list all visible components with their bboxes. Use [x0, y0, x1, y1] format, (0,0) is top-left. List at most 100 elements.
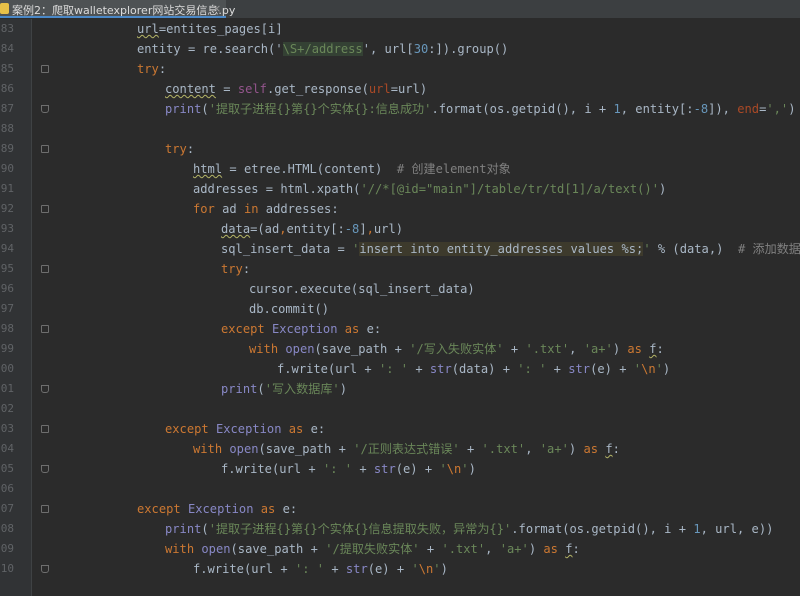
- code-token: ]),: [708, 102, 738, 116]
- code-line[interactable]: f.write(url + ': ' + str(e) + '\n'): [221, 459, 476, 479]
- line-number: 99: [0, 342, 14, 355]
- code-token: , entity[:: [620, 102, 694, 116]
- code-token: Exception: [215, 422, 282, 436]
- line-number: 04: [0, 442, 14, 455]
- code-token: (e) +: [590, 362, 634, 376]
- line-number-gutter: 83 84 85 86 87 88 89 90 91 92 93 94 95 96 97 98 99 00 01 02…: [0, 19, 31, 596]
- line-number: 83: [0, 22, 14, 35]
- fold-toggle-icon[interactable]: [41, 265, 49, 273]
- code-token: ': [643, 242, 651, 256]
- code-token: ): [339, 382, 347, 396]
- code-token: Exception: [271, 322, 338, 336]
- code-token: =url): [390, 82, 428, 96]
- code-line[interactable]: try:: [137, 59, 166, 79]
- code-line[interactable]: sql_insert_data = 'insert into entity_ad…: [221, 239, 800, 259]
- code-token: +: [419, 542, 442, 556]
- code-token: ,: [366, 222, 374, 236]
- code-line[interactable]: with open(save_path + '/写入失败实体' + '.txt'…: [249, 339, 664, 359]
- tab-title[interactable]: 案例2：爬取walletexplorer网站交易信息.py: [12, 2, 235, 18]
- code-token: ]: [359, 222, 367, 236]
- fold-toggle-icon[interactable]: [41, 145, 49, 153]
- code-token: f.write(url +: [193, 562, 295, 576]
- code-token: f.write(url +: [221, 462, 323, 476]
- code-line[interactable]: try:: [165, 139, 194, 159]
- code-token: f: [649, 342, 657, 356]
- code-token: f.write(url +: [277, 362, 379, 376]
- code-token: ,: [569, 342, 584, 356]
- code-token: print: [165, 102, 202, 116]
- editor-tab[interactable]: 案例2：爬取walletexplorer网站交易信息.py ×: [0, 0, 235, 18]
- fold-toggle-icon[interactable]: [41, 205, 49, 213]
- code-token: with: [249, 342, 279, 356]
- close-tab-icon[interactable]: ×: [212, 2, 221, 15]
- code-line[interactable]: entity = re.search('\S+/address', url[30…: [137, 39, 508, 59]
- code-line[interactable]: cursor.execute(sql_insert_data): [249, 279, 475, 299]
- code-token: (: [201, 102, 209, 116]
- code-token: =entites_pages[i]: [158, 22, 283, 36]
- code-token: .format(os.getpid(), i +: [431, 102, 614, 116]
- fold-end-icon[interactable]: [41, 465, 49, 473]
- code-line[interactable]: f.write(url + ': ' + str(data) + ': ' + …: [277, 359, 670, 379]
- code-token: = etree.HTML(content): [222, 162, 397, 176]
- fold-end-icon[interactable]: [41, 105, 49, 113]
- code-token: try: [221, 262, 243, 276]
- code-line[interactable]: content = self.get_response(url=url): [165, 79, 427, 99]
- code-token: ,: [525, 442, 540, 456]
- code-token: '提取子进程{}第{}个实体{}信息提取失败，异常为{}': [208, 522, 512, 536]
- code-line[interactable]: for ad in addresses:: [193, 199, 339, 219]
- code-token: addresses = html.xpath(: [193, 182, 361, 196]
- fold-toggle-icon[interactable]: [41, 325, 49, 333]
- code-token: '提取子进程{}第{}个实体{}:信息成功': [208, 102, 432, 116]
- code-token: ': ': [294, 562, 325, 576]
- line-number: 09: [0, 542, 14, 555]
- code-line[interactable]: data=(ad,entity[:-8],url): [221, 219, 403, 239]
- code-line[interactable]: with open(save_path + '/提取失败实体' + '.txt'…: [165, 539, 580, 559]
- code-token: str: [345, 562, 368, 576]
- fold-end-icon[interactable]: [41, 565, 49, 573]
- code-line[interactable]: db.commit(): [249, 299, 329, 319]
- code-line[interactable]: url=entites_pages[i]: [137, 19, 283, 39]
- code-line[interactable]: except Exception as e:: [221, 319, 381, 339]
- python-file-icon: [0, 3, 9, 14]
- code-token: ': [362, 42, 370, 56]
- code-line[interactable]: print('提取子进程{}第{}个实体{}:信息成功'.format(os.g…: [165, 99, 796, 119]
- code-token: '.txt': [525, 342, 570, 356]
- code-token: (save_path +: [258, 442, 354, 456]
- code-token: str: [568, 362, 591, 376]
- code-token: cursor.execute(sql_insert_data): [249, 282, 475, 296]
- code-token: 1: [693, 522, 701, 536]
- code-token: ): [440, 562, 448, 576]
- line-number: 03: [0, 422, 14, 435]
- code-token: ': [439, 462, 447, 476]
- code-token: as: [627, 342, 642, 356]
- code-token: ': ': [517, 362, 547, 376]
- code-line[interactable]: except Exception as e:: [165, 419, 325, 439]
- line-number: 94: [0, 242, 14, 255]
- code-line[interactable]: f.write(url + ': ' + str(e) + '\n'): [193, 559, 448, 579]
- code-token: :: [656, 342, 664, 356]
- code-token: ): [788, 102, 796, 116]
- code-line[interactable]: print('写入数据库'): [221, 379, 347, 399]
- code-line[interactable]: except Exception as e:: [137, 499, 297, 519]
- code-token: ': [411, 562, 419, 576]
- code-line[interactable]: print('提取子进程{}第{}个实体{}信息提取失败，异常为{}'.form…: [165, 519, 773, 539]
- code-token: ': ': [322, 462, 353, 476]
- code-line[interactable]: html = etree.HTML(content) # 创建element对象: [193, 159, 511, 179]
- code-token: ': ': [378, 362, 409, 376]
- fold-toggle-icon[interactable]: [41, 505, 49, 513]
- code-token: try: [137, 62, 159, 76]
- fold-toggle-icon[interactable]: [41, 425, 49, 433]
- fold-end-icon[interactable]: [41, 385, 49, 393]
- code-token: except: [221, 322, 265, 336]
- code-line[interactable]: addresses = html.xpath('//*[@id="main"]/…: [193, 179, 666, 199]
- code-token: data: [221, 222, 251, 236]
- code-line[interactable]: try:: [221, 259, 250, 279]
- code-token: end: [737, 102, 760, 116]
- code-token: '.txt': [481, 442, 526, 456]
- code-line[interactable]: with open(save_path + '/正则表达式错误' + '.txt…: [193, 439, 620, 459]
- code-token: \n: [641, 362, 656, 376]
- fold-toggle-icon[interactable]: [41, 65, 49, 73]
- code-token: str: [373, 462, 396, 476]
- code-token: ad: [214, 202, 244, 216]
